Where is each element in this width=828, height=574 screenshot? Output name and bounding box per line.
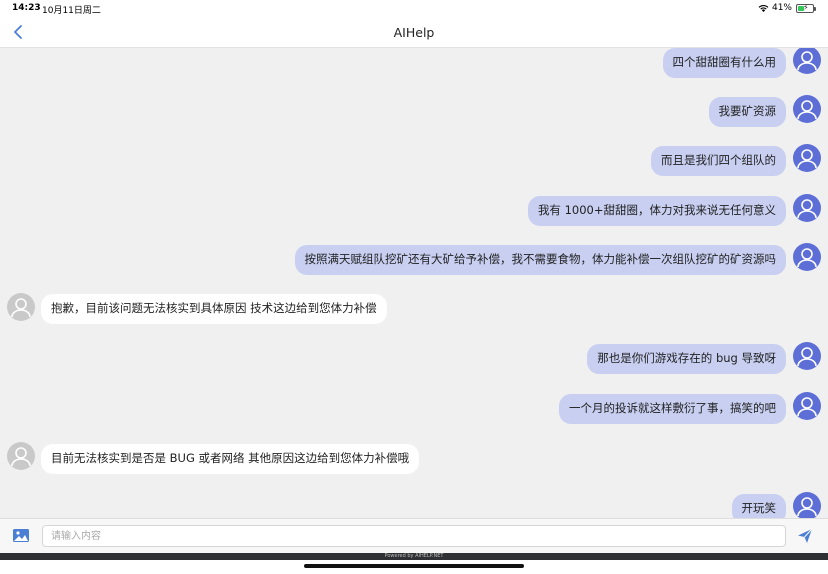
wifi-icon: [758, 4, 769, 12]
send-icon: [798, 528, 813, 543]
status-time: 14:23: [12, 3, 41, 13]
message-bubble-user: 我要矿资源: [708, 97, 786, 127]
message-bubble-user: 四个甜甜圈有什么用: [662, 48, 786, 78]
battery-percent: 41%: [771, 3, 792, 13]
user-avatar: [793, 342, 821, 370]
bot-avatar: [7, 293, 35, 321]
message-bubble-bot: 抱歉，目前该问题无法核实到具体原因 技术这边给到您体力补偿: [41, 294, 387, 324]
message-input[interactable]: [42, 525, 786, 547]
status-bar: 14:23 10月11日周二 41% ⚡: [0, 0, 828, 17]
user-avatar: [793, 95, 821, 123]
message-bubble-user: 而且是我们四个组队的: [651, 146, 786, 176]
message-bubble-user: 开玩笑: [731, 494, 786, 518]
user-avatar: [793, 392, 821, 420]
bottom-area: [0, 560, 828, 574]
message-bubble-user: 一个月的投诉就这样敷衍了事，搞笑的吧: [559, 394, 786, 424]
user-avatar: [793, 48, 821, 74]
user-avatar: [793, 492, 821, 518]
input-bar: [0, 518, 828, 553]
powered-by-text: Powered by AIHELP.NET: [384, 553, 444, 559]
user-avatar: [793, 194, 821, 222]
chat-area[interactable]: 四个甜甜圈有什么用 我要矿资源 而且是我们四个组队的 我有 1000+甜甜圈，体…: [0, 48, 828, 518]
bot-avatar: [7, 442, 35, 470]
nav-bar: AIHelp: [0, 17, 828, 48]
status-right: 41% ⚡: [758, 3, 816, 13]
status-date: 10月11日周二: [42, 6, 101, 16]
battery-charging-icon: ⚡: [796, 3, 816, 13]
home-indicator[interactable]: [304, 564, 524, 568]
user-avatar: [793, 243, 821, 271]
page-title: AIHelp: [393, 25, 435, 40]
message-bubble-bot: 目前无法核实到是否是 BUG 或者网络 其他原因这边给到您体力补偿哦: [41, 444, 420, 474]
message-bubble-user: 按照满天赋组队挖矿还有大矿给予补偿，我不需要食物，体力能补偿一次组队挖矿的矿资源…: [294, 245, 786, 275]
powered-by-bar: Powered by AIHELP.NET: [0, 553, 828, 560]
image-upload-button[interactable]: [12, 528, 30, 543]
user-avatar: [793, 144, 821, 172]
image-icon: [13, 529, 29, 542]
send-button[interactable]: [796, 527, 814, 545]
message-bubble-user: 我有 1000+甜甜圈，体力对我来说无任何意义: [527, 196, 786, 226]
message-bubble-user: 那也是你们游戏存在的 bug 导致呀: [587, 344, 786, 374]
